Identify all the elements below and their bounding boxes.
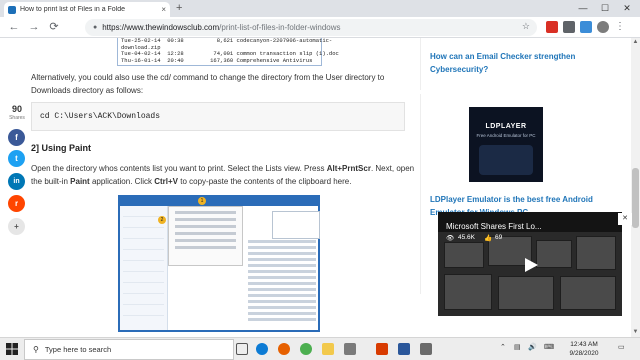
step-badge: 1: [198, 197, 206, 205]
network-icon[interactable]: ▤: [514, 343, 521, 351]
browser-tab[interactable]: How to print list of Files in a Folde ×: [4, 2, 170, 17]
video-likes: 69: [495, 234, 503, 241]
url-path: /print-list-of-files-in-folder-windows: [219, 23, 341, 32]
screenshot-file-menu: [120, 206, 168, 330]
tab-close-icon[interactable]: ×: [161, 5, 166, 14]
site-favicon-icon: [8, 5, 16, 14]
word-icon[interactable]: [398, 343, 410, 355]
file-explorer-icon[interactable]: [322, 343, 334, 355]
back-icon[interactable]: ←: [6, 20, 22, 35]
section-heading: 2] Using Paint: [31, 143, 92, 153]
browser-toolbar: ← → ⟳ ● https://www.thewindowsclub.com /…: [0, 17, 640, 38]
code-line: Thu-16-01-14 20:40 167,360 Comprehensive…: [121, 56, 313, 64]
scroll-thumb[interactable]: [632, 168, 639, 228]
screenshot-submenu: [168, 206, 243, 266]
profile-avatar[interactable]: [597, 21, 609, 33]
maximize-button[interactable]: ☐: [594, 0, 616, 17]
search-icon: ⚲: [33, 345, 39, 354]
window-close-button[interactable]: ✕: [616, 0, 638, 17]
app-icon[interactable]: [420, 343, 432, 355]
extension-icon[interactable]: [580, 21, 592, 33]
paragraph-text: . Next,: [370, 164, 395, 173]
windows-taskbar: ⚲ Type here to search ⌃ ▤ 🔊 ⌨ 12:43 AM 9…: [0, 337, 640, 360]
code-output-snippet: Tue-25-02-14 00:38 8,621 codecanyon-2207…: [117, 38, 339, 66]
eye-icon: 👁: [446, 235, 455, 242]
linkedin-share-icon[interactable]: in: [8, 173, 25, 190]
new-tab-button[interactable]: +: [176, 2, 182, 15]
address-bar[interactable]: ● https://www.thewindowsclub.com /print-…: [85, 19, 537, 36]
ad-logo-text: LDPLAYER: [485, 123, 527, 130]
paragraph-text: to copy-paste the contents of the clipbo…: [180, 177, 352, 186]
firefox-icon[interactable]: [278, 343, 290, 355]
browser-title-bar: How to print list of Files in a Folde × …: [0, 0, 640, 17]
screenshot-dialog: [272, 211, 320, 239]
taskbar-clock[interactable]: 12:43 AM 9/28/2020: [558, 340, 610, 358]
search-placeholder: Type here to search: [44, 345, 112, 354]
lock-icon: ●: [93, 24, 98, 31]
url-host: https://www.thewindowsclub.com: [102, 23, 220, 32]
tab-title: How to print list of Files in a Folde: [20, 6, 126, 13]
share-label: Shares: [9, 115, 25, 121]
shortcut-text: Ctrl+V: [154, 177, 179, 186]
minimize-button[interactable]: —: [572, 0, 594, 17]
edge-icon[interactable]: [256, 343, 268, 355]
share-count: 90: [11, 104, 22, 114]
screenshot-titlebar: [120, 197, 318, 206]
shortcut-text: Alt+PrntScr: [326, 164, 371, 173]
app-name-text: Paint: [70, 177, 90, 186]
reload-icon[interactable]: ⟳: [46, 20, 62, 35]
sidebar-article-link[interactable]: How can an Email Checker strengthen Cybe…: [430, 50, 600, 76]
thumbs-up-icon: 👍: [484, 235, 493, 242]
notification-icon[interactable]: ▭: [618, 343, 625, 351]
video-title: Microsoft Shares First Lo...: [446, 222, 542, 231]
clock-date: 9/28/2020: [569, 350, 599, 357]
ad-graphic: [479, 145, 533, 175]
more-share-icon[interactable]: +: [8, 218, 25, 235]
step-badge: 2: [158, 216, 166, 224]
paragraph-text: application. Click: [91, 177, 152, 186]
page-scrollbar[interactable]: ▲ ▼: [631, 38, 640, 337]
code-block: cd C:\Users\ACK\Downloads: [31, 102, 405, 131]
video-player[interactable]: Microsoft Shares First Lo... 👁 45.6K 👍 6…: [438, 212, 622, 316]
forward-icon[interactable]: →: [26, 20, 42, 35]
screenshot-file-list: [248, 237, 316, 327]
play-icon[interactable]: [514, 254, 546, 276]
language-icon[interactable]: ⌨: [544, 343, 554, 351]
taskbar-search-input[interactable]: ⚲ Type here to search: [24, 339, 234, 360]
extension-icon[interactable]: [546, 21, 558, 33]
volume-icon[interactable]: 🔊: [528, 343, 537, 351]
ad-tagline: Free Android Emulator for PC: [476, 133, 536, 138]
facebook-share-icon[interactable]: f: [8, 129, 25, 146]
video-close-icon[interactable]: ✕: [618, 213, 632, 225]
scroll-down-icon[interactable]: ▼: [631, 328, 640, 337]
clock-time: 12:43 AM: [570, 341, 598, 348]
windows-start-icon[interactable]: [6, 343, 18, 355]
scroll-up-icon[interactable]: ▲: [631, 38, 640, 47]
task-view-icon[interactable]: [236, 343, 248, 355]
paragraph-text: Open the directory whos contents list yo…: [31, 164, 325, 173]
menu-icon[interactable]: ⋮: [614, 21, 626, 33]
office-icon[interactable]: [376, 343, 388, 355]
article-paragraph: Alternatively, you could also use the cd…: [31, 73, 385, 95]
chrome-icon[interactable]: [300, 343, 312, 355]
twitter-share-icon[interactable]: t: [8, 150, 25, 167]
paint-screenshot-image: 1 2: [118, 195, 320, 332]
bookmark-star-icon[interactable]: ☆: [522, 21, 530, 32]
ldplayer-ad-image[interactable]: LDPLAYER Free Android Emulator for PC: [469, 107, 543, 182]
store-icon[interactable]: [344, 343, 356, 355]
tray-chevron-icon[interactable]: ⌃: [500, 343, 506, 351]
article-paragraph: Open the directory whos contents list yo…: [31, 162, 421, 188]
extension-icon[interactable]: [563, 21, 575, 33]
reddit-share-icon[interactable]: r: [8, 195, 25, 212]
video-views: 45.6K: [458, 234, 475, 241]
